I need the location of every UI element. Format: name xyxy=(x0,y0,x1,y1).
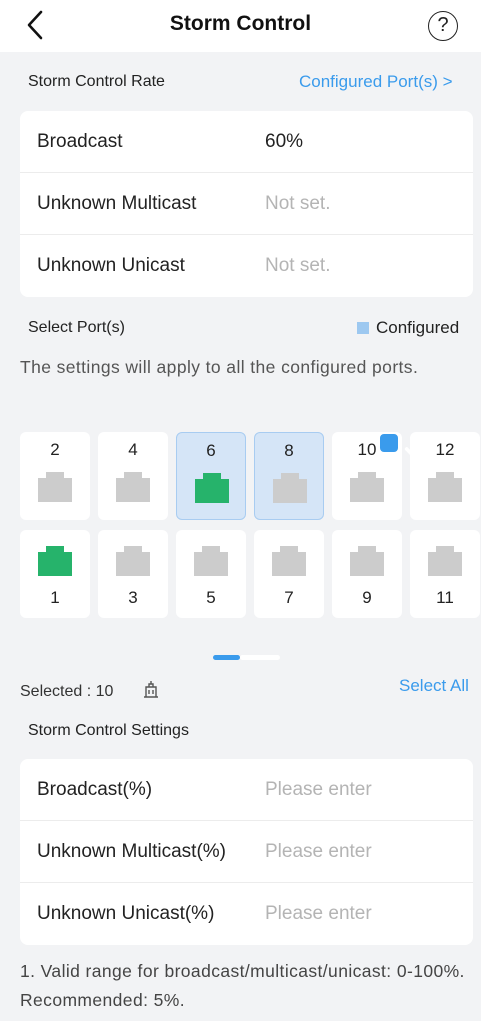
port-tile-9[interactable]: 9 xyxy=(332,530,402,618)
configured-ports-link[interactable]: Configured Port(s) > xyxy=(299,72,453,92)
port-number: 12 xyxy=(435,440,455,459)
rate-row-broadcast: Broadcast 60% xyxy=(20,111,473,173)
rate-card: Broadcast 60% Unknown Multicast Not set.… xyxy=(20,111,473,297)
port-tile-8[interactable]: 8 xyxy=(254,432,324,520)
page-indicator-inactive xyxy=(240,655,280,660)
setting-row-label: Unknown Unicast(%) xyxy=(37,903,215,924)
port-number: 8 xyxy=(284,441,294,460)
ethernet-port-icon xyxy=(194,546,228,576)
ethernet-port-icon xyxy=(428,472,462,502)
rate-row-value: Not set. xyxy=(265,193,331,214)
ethernet-port-icon xyxy=(273,473,307,503)
ethernet-port-icon xyxy=(350,546,384,576)
ethernet-port-icon xyxy=(116,472,150,502)
ethernet-port-icon xyxy=(272,546,306,576)
ethernet-port-icon xyxy=(195,473,229,503)
configured-legend-label: Configured xyxy=(376,318,460,337)
port-tile-2[interactable]: 2 xyxy=(20,432,90,520)
port-tile-6[interactable]: 6 xyxy=(176,432,246,520)
rate-row-unknown-unicast: Unknown Unicast Not set. xyxy=(20,235,473,297)
rate-row-value: 60% xyxy=(265,131,304,152)
configured-legend-swatch xyxy=(357,322,369,334)
question-circle-icon[interactable]: ? xyxy=(428,11,458,41)
ethernet-port-icon xyxy=(38,472,72,502)
ethernet-port-icon xyxy=(38,546,72,576)
footnote: 1. Valid range for broadcast/multicast/u… xyxy=(20,961,465,1010)
setting-row-unknown-unicast: Unknown Unicast(%) xyxy=(20,883,473,945)
port-number: 2 xyxy=(50,440,60,459)
page-title: Storm Control xyxy=(169,12,312,35)
port-selector: 2 4 6 8 10 12 1 3 5 7 9 11 xyxy=(20,432,481,622)
port-number: 3 xyxy=(128,588,138,607)
port-tile-4[interactable]: 4 xyxy=(98,432,168,520)
rate-row-label: Unknown Unicast xyxy=(37,255,185,276)
unknown-multicast-percent-input[interactable] xyxy=(265,841,455,863)
broadcast-percent-input[interactable] xyxy=(265,779,455,801)
ethernet-port-icon xyxy=(428,546,462,576)
rate-row-unknown-multicast: Unknown Multicast Not set. xyxy=(20,173,473,235)
port-number: 1 xyxy=(50,588,60,607)
port-tile-1[interactable]: 1 xyxy=(20,530,90,618)
selected-count: Selected : 10 xyxy=(20,683,114,700)
port-number: 11 xyxy=(436,588,454,607)
rate-row-label: Broadcast xyxy=(37,131,123,152)
port-tile-5[interactable]: 5 xyxy=(176,530,246,618)
setting-row-unknown-multicast: Unknown Multicast(%) xyxy=(20,821,473,883)
building-icon[interactable] xyxy=(141,679,161,699)
settings-card: Broadcast(%) Unknown Multicast(%) Unknow… xyxy=(20,759,473,945)
port-number: 9 xyxy=(362,588,372,607)
storm-control-rate-label: Storm Control Rate xyxy=(28,73,165,90)
port-number: 5 xyxy=(206,588,216,607)
setting-row-label: Unknown Multicast(%) xyxy=(37,841,226,862)
setting-row-broadcast: Broadcast(%) xyxy=(20,759,473,821)
port-number: 4 xyxy=(128,440,138,459)
port-tile-12[interactable]: 12 xyxy=(410,432,480,520)
port-settings-note: The settings will apply to all the confi… xyxy=(20,357,419,377)
select-all-link[interactable]: Select All xyxy=(399,676,469,696)
select-ports-label: Select Port(s) xyxy=(28,319,125,336)
port-tile-11[interactable]: 11 xyxy=(410,530,480,618)
checkmark-icon xyxy=(380,434,426,458)
ethernet-port-icon xyxy=(350,472,384,502)
setting-row-label: Broadcast(%) xyxy=(37,779,153,800)
port-tile-3[interactable]: 3 xyxy=(98,530,168,618)
rate-row-value: Not set. xyxy=(265,255,331,276)
port-tile-10[interactable]: 10 xyxy=(332,432,426,520)
top-bar: Storm Control ? xyxy=(0,0,481,52)
rate-row-label: Unknown Multicast xyxy=(37,193,197,214)
port-number: 7 xyxy=(284,588,294,607)
port-number: 6 xyxy=(206,441,216,460)
unknown-unicast-percent-input[interactable] xyxy=(265,903,455,925)
page-indicator-active xyxy=(213,655,240,660)
ethernet-port-icon xyxy=(116,546,150,576)
port-tile-7[interactable]: 7 xyxy=(254,530,324,618)
storm-control-settings-label: Storm Control Settings xyxy=(28,722,189,739)
